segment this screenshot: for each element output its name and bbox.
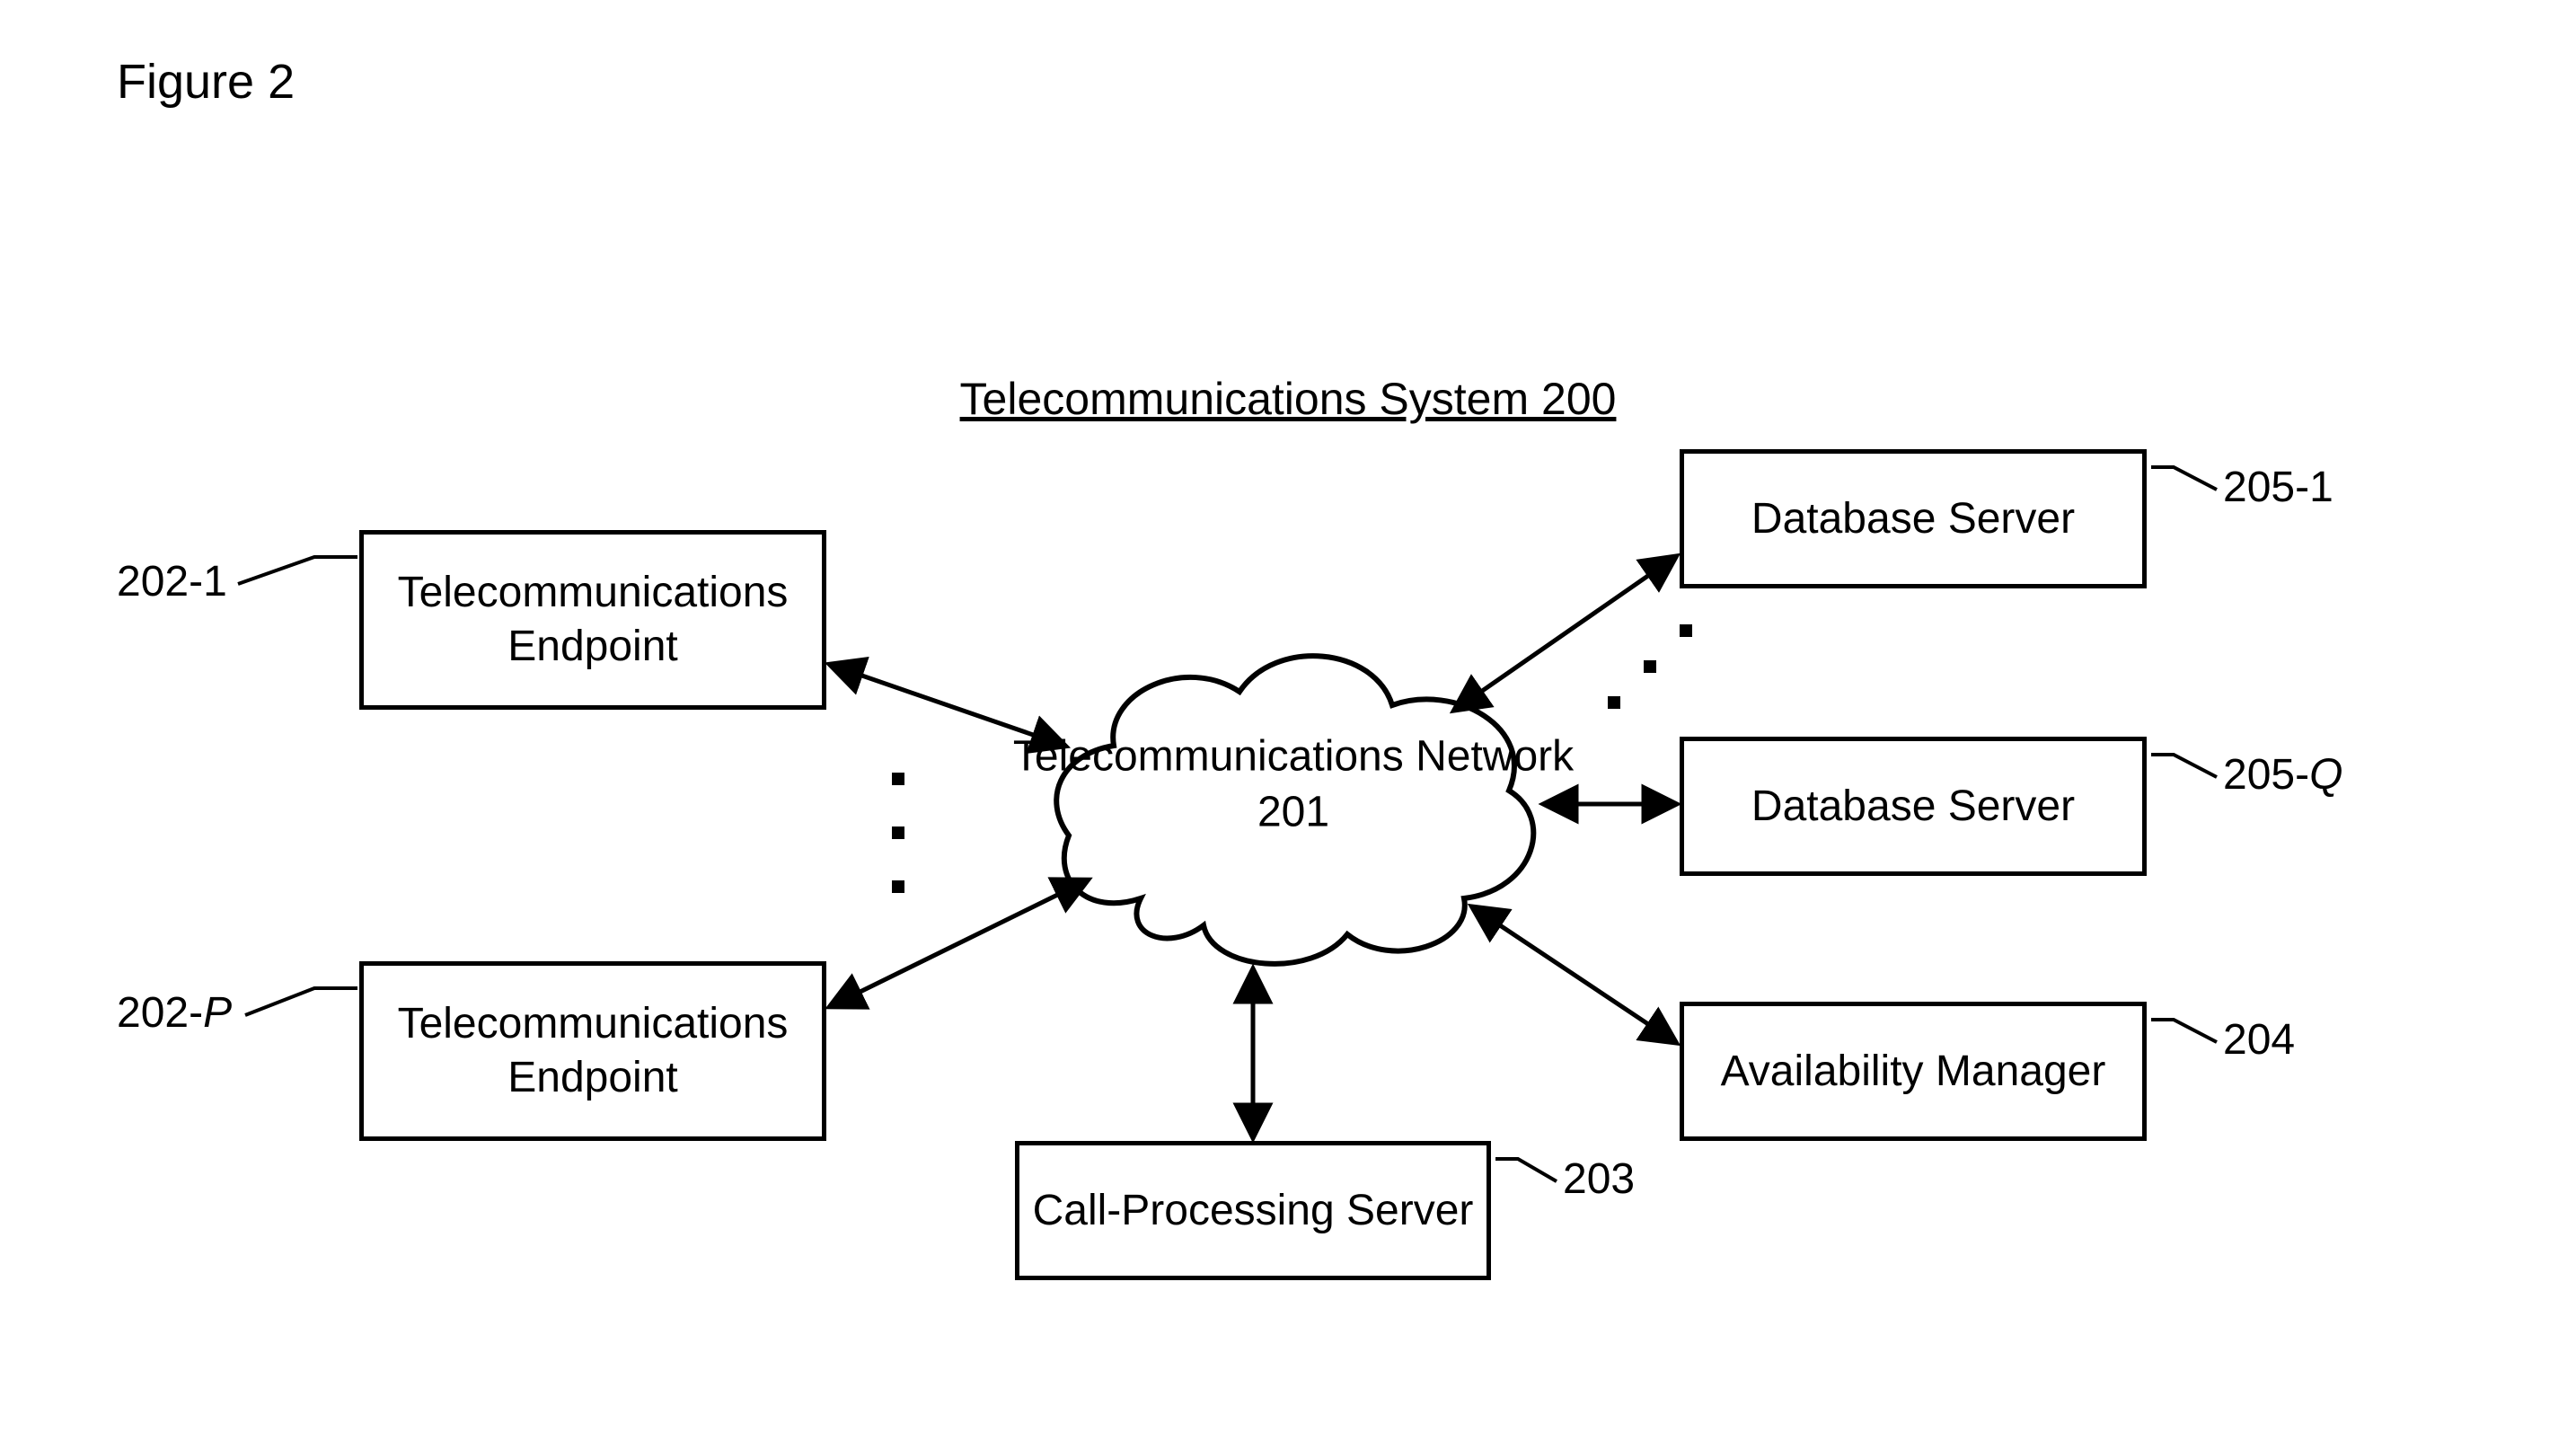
ref-205-q-prefix: 205- [2223,751,2309,799]
box-db-1: Database Server [1680,449,2147,588]
ref-203: 203 [1563,1154,1635,1204]
ref-202-p-prefix: 202- [117,989,203,1037]
ref-205-q-suffix: Q [2309,751,2342,799]
box-endpoint-1: TelecommunicationsEndpoint [359,530,826,710]
box-availability-manager-label: Availability Manager [1721,1045,2106,1099]
cloud-network: Telecommunications Network201 [1033,620,1554,979]
diagram-stage: Figure 2 Telecommunications System 200 T… [0,0,2576,1432]
box-db-q: Database Server [1680,737,2147,876]
box-db-1-label: Database Server [1751,492,2075,546]
ref-205-1: 205-1 [2223,463,2333,512]
cloud-network-label: Telecommunications Network201 [1013,729,1574,842]
leader-203 [1495,1159,1557,1181]
leader-202-p [245,988,357,1015]
ref-202-p: 202-P [117,988,232,1038]
leader-202-1 [238,557,357,584]
box-call-processing-server-label: Call-Processing Server [1033,1184,1474,1238]
figure-label: Figure 2 [117,54,295,110]
leader-205-q [2151,755,2217,777]
box-db-q-label: Database Server [1751,780,2075,834]
ref-205-q: 205-Q [2223,750,2342,800]
leader-205-1 [2151,467,2217,490]
leader-204 [2151,1020,2217,1042]
box-endpoint-p: TelecommunicationsEndpoint [359,961,826,1141]
ref-204: 204 [2223,1015,2295,1065]
diagram-title: Telecommunications System 200 [960,373,1617,425]
box-call-processing-server: Call-Processing Server [1015,1141,1491,1280]
ellipsis-left [892,773,904,893]
ref-202-1: 202-1 [117,557,227,606]
ref-202-p-suffix: P [203,989,232,1037]
box-endpoint-1-label: TelecommunicationsEndpoint [398,566,789,674]
box-endpoint-p-label: TelecommunicationsEndpoint [398,997,789,1105]
box-availability-manager: Availability Manager [1680,1002,2147,1141]
ellipsis-right [1608,624,1692,709]
